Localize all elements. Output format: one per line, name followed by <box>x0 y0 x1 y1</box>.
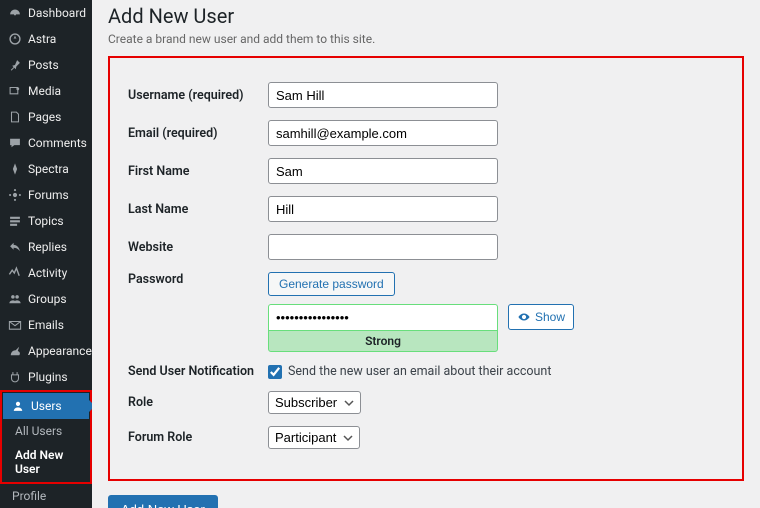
notification-checkbox[interactable] <box>268 365 282 379</box>
submenu-profile[interactable]: Profile <box>0 484 92 508</box>
sidebar-item-users[interactable]: Users <box>3 393 89 419</box>
password-strength: Strong <box>268 330 498 352</box>
appearance-icon <box>8 344 22 358</box>
sidebar-item-pages[interactable]: Pages <box>0 104 92 130</box>
notification-label: Send User Notification <box>128 364 268 379</box>
comment-icon <box>8 136 22 150</box>
pin-icon <box>8 58 22 72</box>
sidebar-label: Forums <box>28 188 69 202</box>
generate-password-button[interactable]: Generate password <box>268 272 395 296</box>
admin-sidebar: Dashboard Astra Posts Media Pages Commen… <box>0 0 92 508</box>
page-subtitle: Create a brand new user and add them to … <box>108 32 744 46</box>
role-select[interactable]: Subscriber <box>268 391 361 414</box>
annotation-arrow-icon: ← <box>230 497 252 508</box>
sidebar-label: Media <box>28 84 61 98</box>
sidebar-label: Users <box>31 399 62 413</box>
sidebar-label: Topics <box>28 214 64 228</box>
password-input[interactable] <box>268 304 498 330</box>
replies-icon <box>8 240 22 254</box>
website-label: Website <box>128 240 268 255</box>
users-icon <box>11 399 25 413</box>
sidebar-label: Dashboard <box>28 6 86 20</box>
lastname-label: Last Name <box>128 202 268 217</box>
sidebar-label: Replies <box>28 240 67 254</box>
submenu-add-new-user[interactable]: Add New User <box>3 443 89 481</box>
sidebar-item-appearance[interactable]: Appearance <box>0 338 92 364</box>
add-user-form: Username (required) Email (required) Fir… <box>108 56 744 481</box>
sidebar-label: Activity <box>28 266 67 280</box>
sidebar-item-emails[interactable]: Emails <box>0 312 92 338</box>
show-password-button[interactable]: Show <box>508 304 574 330</box>
sidebar-item-replies[interactable]: Replies <box>0 234 92 260</box>
show-button-label: Show <box>535 310 565 324</box>
username-label: Username (required) <box>128 88 268 103</box>
topics-icon <box>8 214 22 228</box>
sidebar-label: Groups <box>28 292 67 306</box>
spectra-icon <box>8 162 22 176</box>
sidebar-item-media[interactable]: Media <box>0 78 92 104</box>
lastname-input[interactable] <box>268 196 498 222</box>
groups-icon <box>8 292 22 306</box>
sidebar-label: Posts <box>28 58 59 72</box>
sidebar-label: Pages <box>28 110 61 124</box>
sidebar-item-spectra[interactable]: Spectra <box>0 156 92 182</box>
sidebar-item-plugins[interactable]: Plugins <box>0 364 92 390</box>
main-content: Add New User Create a brand new user and… <box>92 0 760 508</box>
sidebar-item-activity[interactable]: Activity <box>0 260 92 286</box>
add-new-user-button[interactable]: Add New User <box>108 495 218 508</box>
sidebar-item-topics[interactable]: Topics <box>0 208 92 234</box>
username-input[interactable] <box>268 82 498 108</box>
sidebar-item-astra[interactable]: Astra <box>0 26 92 52</box>
pages-icon <box>8 110 22 124</box>
website-input[interactable] <box>268 234 498 260</box>
plugins-icon <box>8 370 22 384</box>
forum-role-select[interactable]: Participant <box>268 426 360 449</box>
eye-icon <box>517 310 531 324</box>
users-section-highlight: Users All Users Add New User <box>0 390 92 484</box>
submenu-all-users[interactable]: All Users <box>3 419 89 443</box>
emails-icon <box>8 318 22 332</box>
firstname-label: First Name <box>128 164 268 179</box>
password-label: Password <box>128 272 268 287</box>
forum-role-label: Forum Role <box>128 430 268 445</box>
sidebar-item-dashboard[interactable]: Dashboard <box>0 0 92 26</box>
page-title: Add New User <box>108 4 744 28</box>
sidebar-label: Astra <box>28 32 56 46</box>
sidebar-item-forums[interactable]: Forums <box>0 182 92 208</box>
email-input[interactable] <box>268 120 498 146</box>
sidebar-item-groups[interactable]: Groups <box>0 286 92 312</box>
sidebar-label: Comments <box>28 136 87 150</box>
sidebar-item-posts[interactable]: Posts <box>0 52 92 78</box>
sidebar-item-comments[interactable]: Comments <box>0 130 92 156</box>
astra-icon <box>8 32 22 46</box>
notification-text: Send the new user an email about their a… <box>288 364 551 379</box>
forums-icon <box>8 188 22 202</box>
role-label: Role <box>128 395 268 410</box>
sidebar-label: Plugins <box>28 370 68 384</box>
media-icon <box>8 84 22 98</box>
activity-icon <box>8 266 22 280</box>
sidebar-label: Emails <box>28 318 64 332</box>
firstname-input[interactable] <box>268 158 498 184</box>
email-label: Email (required) <box>128 126 268 141</box>
sidebar-label: Appearance <box>28 344 92 358</box>
sidebar-label: Spectra <box>28 162 69 176</box>
dashboard-icon <box>8 6 22 20</box>
